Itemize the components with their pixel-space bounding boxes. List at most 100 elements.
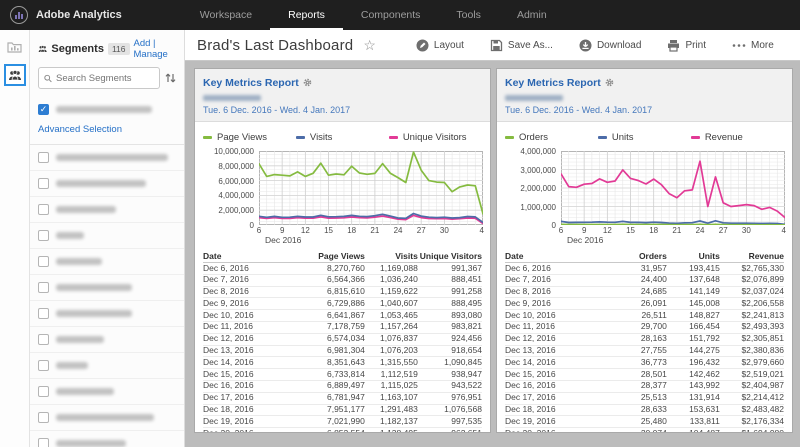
checkbox-unchecked[interactable]	[38, 152, 49, 163]
segment-list-item[interactable]	[30, 379, 184, 405]
segment-list-item[interactable]	[30, 197, 184, 223]
table-row[interactable]: Dec 15, 201628,501142,462$2,519,021	[505, 369, 784, 381]
legend-item-units[interactable]: Units	[598, 132, 691, 143]
table-header-orders[interactable]: Orders	[591, 250, 666, 263]
table-row[interactable]: Dec 10, 201626,511148,827$2,241,813	[505, 310, 784, 322]
table-row[interactable]: Dec 9, 20166,729,8861,040,607888,495	[203, 298, 482, 310]
table-row[interactable]: Dec 19, 201625,480133,811$2,176,334	[505, 416, 784, 428]
table-header-visits[interactable]: Visits	[365, 250, 418, 263]
checkbox-checked[interactable]: ✓	[38, 104, 49, 115]
segment-list-item[interactable]: ✓	[30, 97, 184, 122]
segment-list-item[interactable]	[30, 223, 184, 249]
save-as-button[interactable]: Save As...	[490, 39, 553, 52]
table-header-page-views[interactable]: Page Views	[289, 250, 364, 263]
layout-button[interactable]: Layout	[416, 39, 464, 52]
segment-list-item[interactable]	[30, 405, 184, 431]
checkbox-unchecked[interactable]	[38, 334, 49, 345]
table-row[interactable]: Dec 16, 201628,377143,992$2,404,987	[505, 380, 784, 392]
table-header-unique-visitors[interactable]: Unique Visitors	[418, 250, 482, 263]
legend-swatch	[203, 136, 212, 139]
table-row[interactable]: Dec 18, 20167,951,1771,291,4831,076,568	[203, 404, 482, 416]
segment-list-item[interactable]	[30, 301, 184, 327]
legend-item-visits[interactable]: Visits	[296, 132, 389, 143]
segment-list-item[interactable]	[30, 275, 184, 301]
table-cell: 8,351,643	[289, 357, 364, 369]
download-button[interactable]: Download	[579, 39, 641, 52]
table-row[interactable]: Dec 7, 20166,564,3661,036,240888,451	[203, 274, 482, 286]
table-row[interactable]: Dec 12, 20166,574,0341,076,837924,456	[203, 333, 482, 345]
commerce-line-chart[interactable]	[561, 151, 785, 225]
checkbox-unchecked[interactable]	[38, 230, 49, 241]
checkbox-unchecked[interactable]	[38, 178, 49, 189]
table-row[interactable]: Dec 6, 20168,270,7601,169,088991,367	[203, 263, 482, 275]
brand[interactable]: Adobe Analytics	[10, 6, 122, 24]
table-row[interactable]: Dec 20, 201620,074104,487$1,694,980	[505, 428, 784, 432]
table-row[interactable]: Dec 11, 201629,700166,454$2,493,393	[505, 321, 784, 333]
table-row[interactable]: Dec 17, 201625,513131,914$2,214,412	[505, 392, 784, 404]
table-row[interactable]: Dec 11, 20167,178,7591,157,264983,821	[203, 321, 482, 333]
table-row[interactable]: Dec 18, 201628,633153,631$2,483,482	[505, 404, 784, 416]
reports-folder-icon[interactable]	[5, 36, 25, 56]
table-row[interactable]: Dec 12, 201628,163151,792$2,305,851	[505, 333, 784, 345]
blurred-segment-label	[56, 310, 132, 317]
checkbox-unchecked[interactable]	[38, 438, 49, 447]
nav-item-components[interactable]: Components	[343, 0, 439, 30]
table-row[interactable]: Dec 16, 20166,889,4971,115,025943,522	[203, 380, 482, 392]
legend-item-revenue[interactable]: Revenue	[691, 132, 784, 143]
checkbox-unchecked[interactable]	[38, 256, 49, 267]
table-header-date[interactable]: Date	[203, 250, 289, 263]
segment-list-item[interactable]	[30, 353, 184, 379]
sort-arrows-icon[interactable]	[165, 72, 176, 84]
legend-item-page-views[interactable]: Page Views	[203, 132, 296, 143]
segment-list-item[interactable]	[30, 145, 184, 171]
table-header-date[interactable]: Date	[505, 250, 591, 263]
checkbox-unchecked[interactable]	[38, 204, 49, 215]
checkbox-unchecked[interactable]	[38, 282, 49, 293]
traffic-line-chart[interactable]	[259, 151, 483, 225]
nav-item-tools[interactable]: Tools	[438, 0, 499, 30]
table-row[interactable]: Dec 7, 201624,400137,648$2,076,899	[505, 274, 784, 286]
search-segments-input[interactable]	[56, 73, 154, 84]
nav-item-reports[interactable]: Reports	[270, 0, 343, 30]
table-row[interactable]: Dec 15, 20166,733,8141,112,519938,947	[203, 369, 482, 381]
segment-list-item[interactable]	[30, 249, 184, 275]
segments-rail-button[interactable]	[4, 64, 26, 86]
segment-list-item[interactable]	[30, 431, 184, 447]
checkbox-unchecked[interactable]	[38, 308, 49, 319]
panel-title[interactable]: Key Metrics Report	[505, 77, 601, 89]
legend-item-orders[interactable]: Orders	[505, 132, 598, 143]
table-row[interactable]: Dec 6, 201631,957193,415$2,765,330	[505, 263, 784, 275]
table-header-revenue[interactable]: Revenue	[720, 250, 784, 263]
nav-item-admin[interactable]: Admin	[499, 0, 565, 30]
table-header-units[interactable]: Units	[667, 250, 720, 263]
table-row[interactable]: Dec 13, 20166,981,3041,076,203918,654	[203, 345, 482, 357]
table-cell: 28,377	[591, 380, 666, 392]
segment-list-item[interactable]	[30, 327, 184, 353]
table-row[interactable]: Dec 8, 20166,815,6101,159,622991,258	[203, 286, 482, 298]
panel-title[interactable]: Key Metrics Report	[203, 77, 299, 89]
nav-item-workspace[interactable]: Workspace	[182, 0, 270, 30]
favorite-star-icon[interactable]: ☆	[363, 37, 376, 54]
table-row[interactable]: Dec 20, 20166,852,5541,138,495962,651	[203, 428, 482, 432]
table-row[interactable]: Dec 14, 201636,773196,432$2,979,660	[505, 357, 784, 369]
checkbox-unchecked[interactable]	[38, 360, 49, 371]
table-row[interactable]: Dec 8, 201624,685141,149$2,037,024	[505, 286, 784, 298]
checkbox-unchecked[interactable]	[38, 412, 49, 423]
advanced-selection-link[interactable]: Advanced Selection	[30, 122, 184, 145]
add-manage-link[interactable]: Add | Manage	[134, 38, 177, 60]
table-cell: 27,755	[591, 345, 666, 357]
legend-item-unique-visitors[interactable]: Unique Visitors	[389, 132, 482, 143]
panel-settings-gear-icon[interactable]	[605, 74, 614, 92]
table-row[interactable]: Dec 10, 20166,641,8671,053,465893,080	[203, 310, 482, 322]
table-row[interactable]: Dec 14, 20168,351,6431,315,5501,090,845	[203, 357, 482, 369]
table-cell: 1,182,137	[365, 416, 418, 428]
more-button[interactable]: More	[732, 39, 774, 52]
table-row[interactable]: Dec 13, 201627,755144,275$2,380,836	[505, 345, 784, 357]
print-button[interactable]: Print	[667, 39, 706, 52]
checkbox-unchecked[interactable]	[38, 386, 49, 397]
segment-list-item[interactable]	[30, 171, 184, 197]
panel-settings-gear-icon[interactable]	[303, 74, 312, 92]
table-row[interactable]: Dec 19, 20167,021,9901,182,137997,535	[203, 416, 482, 428]
table-row[interactable]: Dec 9, 201626,091145,008$2,206,558	[505, 298, 784, 310]
table-row[interactable]: Dec 17, 20166,781,9471,163,107976,951	[203, 392, 482, 404]
